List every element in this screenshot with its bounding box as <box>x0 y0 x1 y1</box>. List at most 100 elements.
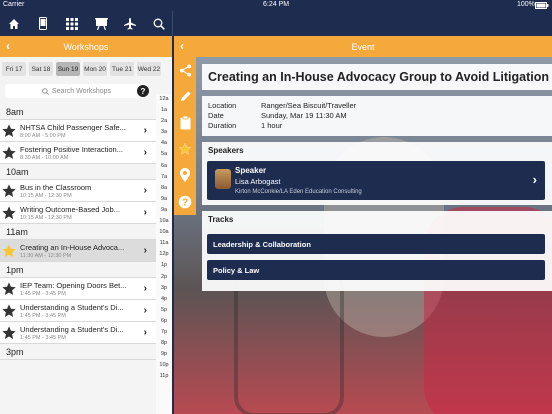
star-icon[interactable] <box>1 205 17 221</box>
star-icon[interactable] <box>1 183 17 199</box>
tracks-section: Tracks Leadership & Collaboration Policy… <box>202 211 552 291</box>
chevron-right-icon: › <box>143 207 147 218</box>
search-button[interactable] <box>145 11 173 36</box>
chevron-right-icon: › <box>143 125 147 136</box>
day-tab[interactable]: Wed 22 <box>137 62 161 76</box>
hour-index-item[interactable]: 2a <box>156 116 172 127</box>
pencil-icon <box>180 91 191 102</box>
time-header: 10am <box>0 164 156 180</box>
workshop-time: 8:00 AM - 5:00 PM <box>20 133 66 139</box>
share-icon <box>179 64 191 77</box>
workshop-title: Creating an In-House Advoca... <box>20 243 125 252</box>
edit-button[interactable] <box>174 83 196 109</box>
help-icon[interactable]: ? <box>137 85 149 97</box>
speakers-heading: Speakers <box>202 142 552 158</box>
map-button[interactable] <box>174 162 196 188</box>
hour-index-item[interactable]: 6p <box>156 316 172 327</box>
workshops-header: ‹ Workshops <box>0 36 172 57</box>
home-button[interactable] <box>0 11 28 36</box>
search-input[interactable]: Search Workshops <box>5 84 148 98</box>
hour-index-item[interactable]: 7a <box>156 172 172 183</box>
star-icon[interactable] <box>1 325 17 341</box>
star-icon[interactable] <box>1 281 17 297</box>
day-selector: Fri 17 Sat 18 Sun 19 Mon 20 Tue 21 Wed 2… <box>2 62 161 76</box>
list-item[interactable]: IEP Team: Opening Doors Bet... 1:45 PM -… <box>0 278 156 300</box>
grid-button[interactable] <box>58 11 86 36</box>
workshop-title: Fostering Positive Interaction... <box>20 145 123 154</box>
workshop-title: IEP Team: Opening Doors Bet... <box>20 281 127 290</box>
list-item[interactable]: Bus in the Classroom 10:15 AM - 12:30 PM… <box>0 180 156 202</box>
hour-index-item[interactable]: 3p <box>156 283 172 294</box>
back-chevron-icon[interactable]: ‹ <box>6 39 10 53</box>
phone-button[interactable] <box>29 11 57 36</box>
hour-index-item[interactable]: 9p <box>156 349 172 360</box>
hour-index-item[interactable]: 8p <box>156 338 172 349</box>
svg-text:?: ? <box>182 197 188 208</box>
hour-index-item[interactable]: 1a <box>156 105 172 116</box>
hour-index-item[interactable]: 8a <box>156 183 172 194</box>
hour-index-item[interactable]: 2p <box>156 272 172 283</box>
day-tab[interactable]: Fri 17 <box>2 62 26 76</box>
hour-index-item[interactable]: 11p <box>156 371 172 382</box>
day-tab[interactable]: Sat 18 <box>29 62 53 76</box>
location-label: Location <box>208 101 237 110</box>
workshop-time: 1:45 PM - 3:45 PM <box>20 313 66 319</box>
back-chevron-icon[interactable]: ‹ <box>180 39 184 53</box>
time-header: 11am <box>0 224 156 240</box>
hour-index-item[interactable]: 4p <box>156 294 172 305</box>
hour-index-item[interactable]: 6a <box>156 161 172 172</box>
day-tab[interactable]: Mon 20 <box>83 62 107 76</box>
star-icon[interactable] <box>1 123 17 139</box>
hour-index-item[interactable]: 10a <box>156 227 172 238</box>
track-policy-button[interactable]: Policy & Law <box>207 260 545 280</box>
grid-icon <box>66 17 78 30</box>
hour-index-item[interactable]: 3a <box>156 127 172 138</box>
phone-icon <box>39 17 47 30</box>
status-bar: Carrier 6:24 PM 100% <box>0 0 552 11</box>
map-pin-icon <box>180 168 190 183</box>
list-item[interactable]: Writing Outcome-Based Job... 10:15 AM - … <box>0 202 156 224</box>
hour-index-item[interactable]: 9a <box>156 194 172 205</box>
day-tab-selected[interactable]: Sun 19 <box>56 62 80 76</box>
hour-index-item[interactable]: 9a <box>156 205 172 216</box>
time-header: 8am <box>0 104 156 120</box>
speaker-card[interactable]: Speaker Lisa Arbogast Kirton McConkie/LA… <box>207 161 545 200</box>
list-item-selected[interactable]: Creating an In-House Advoca... 11:30 AM … <box>0 240 156 262</box>
top-navigation <box>0 11 552 36</box>
presentation-button[interactable] <box>87 11 115 36</box>
workshop-time: 8:30 AM - 10:00 AM <box>20 155 69 161</box>
hour-index-item[interactable]: 7p <box>156 327 172 338</box>
airplane-button[interactable] <box>116 11 144 36</box>
speaker-name: Lisa Arbogast <box>235 177 281 186</box>
hour-index-item[interactable]: 1p <box>156 260 172 271</box>
favorite-button[interactable] <box>174 136 196 162</box>
time-header: 1pm <box>0 262 156 278</box>
track-leadership-button[interactable]: Leadership & Collaboration <box>207 234 545 254</box>
hour-index-item[interactable]: 10p <box>156 360 172 371</box>
hour-index[interactable]: 12a 1a 2a 3a 4a 5a 6a 7a 8a 9a 9a 10a 10… <box>156 94 172 414</box>
hour-index-item[interactable]: 5p <box>156 305 172 316</box>
action-bar: ? <box>174 57 196 215</box>
list-item[interactable]: NHTSA Child Passenger Safe... 8:00 AM - … <box>0 120 156 142</box>
help-button[interactable]: ? <box>174 188 196 214</box>
list-item[interactable]: Understanding a Student's Di... 1:45 PM … <box>0 300 156 322</box>
chevron-right-icon: › <box>143 185 147 196</box>
list-item[interactable]: Understanding a Student's Di... 1:45 PM … <box>0 322 156 344</box>
workshop-time: 10:15 AM - 12:30 PM <box>20 193 72 199</box>
hour-index-item[interactable]: 12a <box>156 94 172 105</box>
hour-index-item[interactable]: 4a <box>156 138 172 149</box>
duration-value: 1 hour <box>261 121 283 130</box>
hour-index-item[interactable]: 10a <box>156 216 172 227</box>
star-filled-icon[interactable] <box>1 243 17 259</box>
list-item[interactable]: Fostering Positive Interaction... 8:30 A… <box>0 142 156 164</box>
hour-index-item[interactable]: 12p <box>156 249 172 260</box>
star-icon[interactable] <box>1 145 17 161</box>
question-icon: ? <box>178 195 192 208</box>
star-icon[interactable] <box>1 303 17 319</box>
date-label: Date <box>208 111 224 120</box>
day-tab[interactable]: Tue 21 <box>110 62 134 76</box>
share-button[interactable] <box>174 57 196 83</box>
notes-button[interactable] <box>174 110 196 136</box>
hour-index-item[interactable]: 11a <box>156 238 172 249</box>
hour-index-item[interactable]: 5a <box>156 149 172 160</box>
